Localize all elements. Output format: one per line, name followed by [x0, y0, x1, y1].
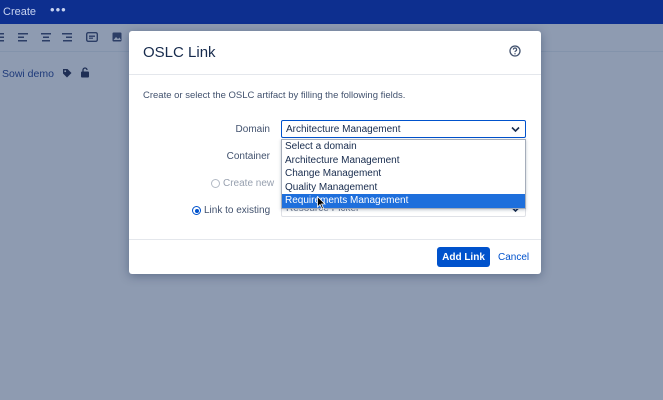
dialog-footer-divider — [129, 239, 541, 240]
unlock-icon[interactable] — [80, 67, 90, 81]
create-new-option[interactable]: Create new — [211, 178, 274, 189]
chevron-down-icon — [511, 125, 520, 133]
domain-label: Domain — [235, 124, 270, 135]
align-right-icon[interactable] — [62, 32, 74, 42]
dialog-header: OSLC Link — [129, 31, 541, 75]
more-button[interactable]: ••• — [50, 2, 67, 17]
link-existing-option[interactable]: Link to existing — [192, 205, 270, 216]
breadcrumb: Sowi demo — [0, 66, 90, 82]
link-existing-radio[interactable] — [192, 206, 201, 215]
add-link-button[interactable]: Add Link — [437, 247, 490, 267]
create-new-label: Create new — [223, 178, 275, 189]
dropdown-option[interactable]: Select a domain — [282, 140, 525, 154]
dropdown-option[interactable]: Architecture Management — [282, 154, 525, 168]
mouse-pointer-icon — [317, 195, 326, 210]
link-existing-label: Link to existing — [204, 205, 271, 216]
list-icon[interactable] — [0, 32, 8, 42]
dropdown-option[interactable]: Quality Management — [282, 181, 525, 195]
dialog-instructions: Create or select the OSLC artifact by fi… — [143, 90, 406, 101]
cancel-button[interactable]: Cancel — [498, 247, 529, 267]
question-circle-icon[interactable] — [509, 45, 521, 57]
container-label: Container — [226, 151, 270, 162]
breadcrumb-page[interactable]: Sowi demo — [0, 68, 54, 80]
align-center-icon[interactable] — [41, 32, 53, 42]
embed-icon[interactable] — [86, 32, 98, 42]
create-button[interactable]: Create — [0, 6, 36, 18]
image-icon[interactable] — [112, 32, 124, 42]
oslc-link-dialog: OSLC Link Create or select the OSLC arti… — [129, 31, 541, 274]
create-new-radio[interactable] — [211, 179, 220, 188]
domain-select[interactable]: Architecture Management — [281, 120, 526, 138]
align-left-icon[interactable] — [18, 32, 30, 42]
dialog-title: OSLC Link — [143, 44, 216, 61]
domain-select-value: Architecture Management — [286, 124, 401, 135]
top-navigation-bar: Create ••• — [0, 0, 663, 24]
tag-icon[interactable] — [62, 67, 72, 81]
dropdown-option[interactable]: Change Management — [282, 167, 525, 181]
